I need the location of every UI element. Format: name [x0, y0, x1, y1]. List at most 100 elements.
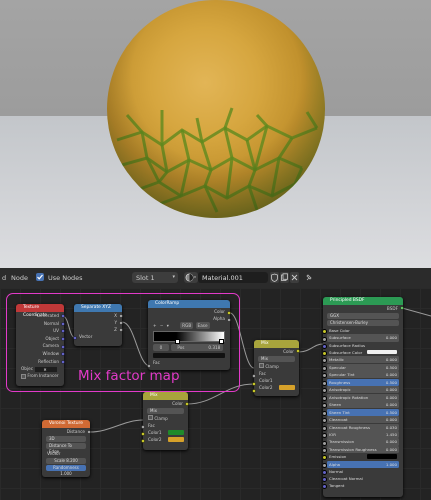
mix-bottom-color2-swatch[interactable]	[168, 437, 184, 442]
material-sphere-icon	[185, 273, 196, 282]
unlink-material-button[interactable]	[290, 272, 299, 283]
bsdf-distribution-dropdown[interactable]: GGX	[327, 313, 399, 319]
mix-bottom-color1: Color1	[148, 430, 162, 435]
bsdf-input-socket[interactable]	[323, 433, 327, 439]
bsdf-distribution: GGX	[330, 313, 339, 318]
bsdf-input-label: Anisotropic	[329, 387, 351, 393]
bsdf-input-row[interactable]: Subsurface 0.000	[323, 334, 399, 342]
bsdf-input-socket[interactable]	[323, 365, 327, 371]
mix-bottom-blend-dropdown[interactable]: Mix	[147, 408, 184, 414]
bsdf-input-value: 0.000	[385, 357, 397, 363]
mix-bottom-clamp-checkbox[interactable]	[148, 415, 153, 420]
bsdf-input-socket[interactable]	[323, 418, 327, 424]
bsdf-title[interactable]: Principled BSDF	[323, 297, 403, 305]
principled-bsdf-node[interactable]: Principled BSDF BSDF GGX Christensen-Bur…	[323, 297, 403, 497]
bsdf-input-row[interactable]: Transmission Roughness 0.000	[323, 445, 399, 454]
bsdf-input-socket[interactable]	[323, 388, 327, 394]
voronoi-title[interactable]: Voronoi Texture	[42, 420, 90, 428]
mix-bottom-color2-row[interactable]: Color2	[143, 436, 188, 443]
bsdf-input-row[interactable]: Alpha 1.000	[323, 460, 399, 468]
fake-user-button[interactable]	[270, 272, 279, 283]
bsdf-input-row[interactable]: Anisotropic Rotation 0.000	[323, 393, 399, 401]
bsdf-input-socket[interactable]	[323, 484, 327, 490]
bsdf-input-row[interactable]: IOR 1.450	[323, 431, 399, 439]
bsdf-input-socket[interactable]	[323, 350, 327, 356]
bsdf-input-label: Anisotropic Rotation	[329, 394, 369, 400]
mix-top-color2-row[interactable]: Color2	[254, 384, 299, 391]
bsdf-input-row[interactable]: Metallic 0.000	[323, 356, 399, 364]
bsdf-input-row[interactable]: Anisotropic 0.000	[323, 386, 399, 394]
bsdf-input-swatch[interactable]	[367, 349, 397, 355]
mix-bottom-color1-swatch[interactable]	[168, 430, 184, 435]
use-nodes-checkbox[interactable]	[36, 273, 44, 281]
bsdf-input-row[interactable]: Roughness 0.500	[323, 378, 399, 386]
close-icon	[291, 274, 298, 281]
bsdf-input-socket[interactable]	[323, 336, 327, 342]
mix-top-title[interactable]: Mix	[254, 340, 299, 348]
bsdf-input-row[interactable]: Sheen Tint 0.500	[323, 408, 399, 416]
bsdf-input-socket[interactable]	[323, 448, 327, 454]
mix-bottom-color1-row[interactable]: Color1	[143, 429, 188, 436]
bsdf-input-socket[interactable]	[323, 395, 327, 401]
bsdf-input-socket[interactable]	[323, 469, 327, 475]
bsdf-input-socket[interactable]	[323, 462, 327, 468]
bsdf-input-socket[interactable]	[323, 403, 327, 409]
bsdf-input-socket[interactable]	[323, 425, 327, 431]
3d-viewport[interactable]	[0, 0, 431, 268]
bsdf-input-row[interactable]: Clearcoat Normal	[323, 475, 399, 483]
bsdf-input-row[interactable]: Specular 0.500	[323, 363, 399, 371]
bsdf-input-swatch[interactable]	[367, 454, 397, 459]
voronoi-feature-dropdown[interactable]: Distance To Edge	[46, 443, 86, 454]
mix-bottom-color2: Color2	[148, 437, 162, 442]
bsdf-input-socket[interactable]	[323, 455, 327, 461]
bsdf-input-row[interactable]: Emission	[323, 453, 399, 461]
duplicate-material-button[interactable]	[280, 272, 289, 283]
bsdf-input-socket[interactable]	[323, 410, 327, 416]
mix-node-top[interactable]: Mix Color Mix Clamp Fac Color1 Color2	[254, 340, 299, 396]
bsdf-input-row[interactable]: Base Color	[323, 327, 399, 335]
preview-sphere[interactable]	[107, 0, 325, 218]
bsdf-input-value: 0.000	[385, 446, 397, 452]
voronoi-texture-node[interactable]: Voronoi Texture Distance 3D Distance To …	[42, 420, 90, 477]
bsdf-input-row[interactable]: Clearcoat 0.000	[323, 416, 399, 424]
material-browse-button[interactable]	[184, 272, 198, 283]
bsdf-input-socket[interactable]	[323, 343, 327, 349]
pin-button[interactable]	[304, 272, 314, 283]
bsdf-input-row[interactable]: Tangent	[323, 482, 399, 490]
mix-top-blend-dropdown[interactable]: Mix	[258, 356, 295, 362]
voronoi-randomness-field[interactable]: Randomness 1.000	[46, 465, 86, 476]
voronoi-dimensions-dropdown[interactable]: 3D	[46, 436, 86, 442]
mix-top-color2-swatch[interactable]	[279, 385, 295, 390]
link-bsdf-out	[401, 307, 431, 317]
mix-node-bottom[interactable]: Mix Color Mix Clamp Fac Color1 Color2	[143, 392, 188, 450]
annotation-label: Mix factor map	[78, 368, 180, 384]
bsdf-input-row[interactable]: Sheen 0.000	[323, 401, 399, 409]
slot-dropdown[interactable]: Slot 1 ▾	[132, 272, 178, 283]
bsdf-input-row[interactable]: Specular Tint 0.000	[323, 371, 399, 379]
bsdf-input-socket[interactable]	[323, 477, 327, 483]
mix-bottom-title[interactable]: Mix	[143, 392, 188, 400]
voronoi-randomness-label: Randomness	[53, 465, 79, 470]
bsdf-input-socket[interactable]	[323, 440, 327, 446]
bsdf-input-socket[interactable]	[323, 380, 327, 386]
mix-bottom-clamp: Clamp	[154, 416, 168, 421]
bsdf-input-row[interactable]: Normal	[323, 468, 399, 475]
bsdf-input-row[interactable]: Subsurface Radius	[323, 342, 399, 349]
mix-bottom-clamp-row[interactable]: Clamp	[143, 415, 188, 422]
link-distance-to-fac	[89, 419, 144, 433]
bsdf-input-socket[interactable]	[323, 329, 327, 335]
mix-top-clamp-checkbox[interactable]	[259, 363, 264, 368]
bsdf-input-row[interactable]: Transmission 0.000	[323, 438, 399, 446]
mix-top-clamp-row[interactable]: Clamp	[254, 363, 299, 370]
node-menu[interactable]: Node	[11, 274, 28, 282]
bsdf-input-row[interactable]: Clearcoat Roughness 0.030	[323, 423, 399, 431]
bsdf-input-socket[interactable]	[323, 373, 327, 379]
material-name-field[interactable]: Material.001	[198, 272, 268, 283]
bsdf-subsurface-method-dropdown[interactable]: Christensen-Burley	[327, 320, 399, 326]
bsdf-input-socket[interactable]	[323, 358, 327, 364]
bsdf-input-value: 1.000	[385, 461, 397, 467]
bsdf-input-row[interactable]: Subsurface Color	[323, 349, 399, 356]
mix-top-color1: Color1	[259, 378, 273, 383]
voronoi-scale-field[interactable]: Scale 8.200	[46, 458, 86, 464]
header-partial-menu[interactable]: d	[2, 274, 6, 282]
